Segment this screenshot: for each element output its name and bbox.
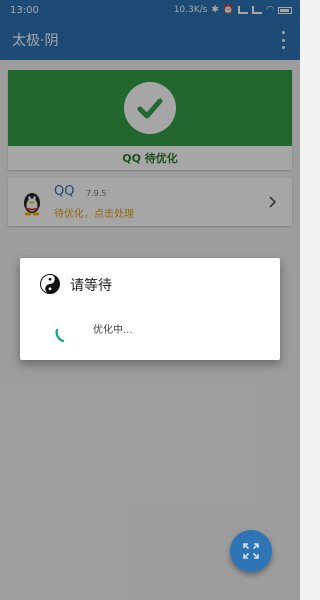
progress-dialog: 请等待 优化中...: [20, 258, 280, 360]
loading-spinner-icon: [55, 328, 65, 343]
dialog-title: 请等待: [70, 278, 112, 294]
taiji-icon: [40, 274, 60, 294]
fullscreen-button[interactable]: [230, 530, 272, 572]
dialog-message: 优化中...: [93, 325, 133, 336]
fullscreen-icon: [243, 543, 259, 559]
